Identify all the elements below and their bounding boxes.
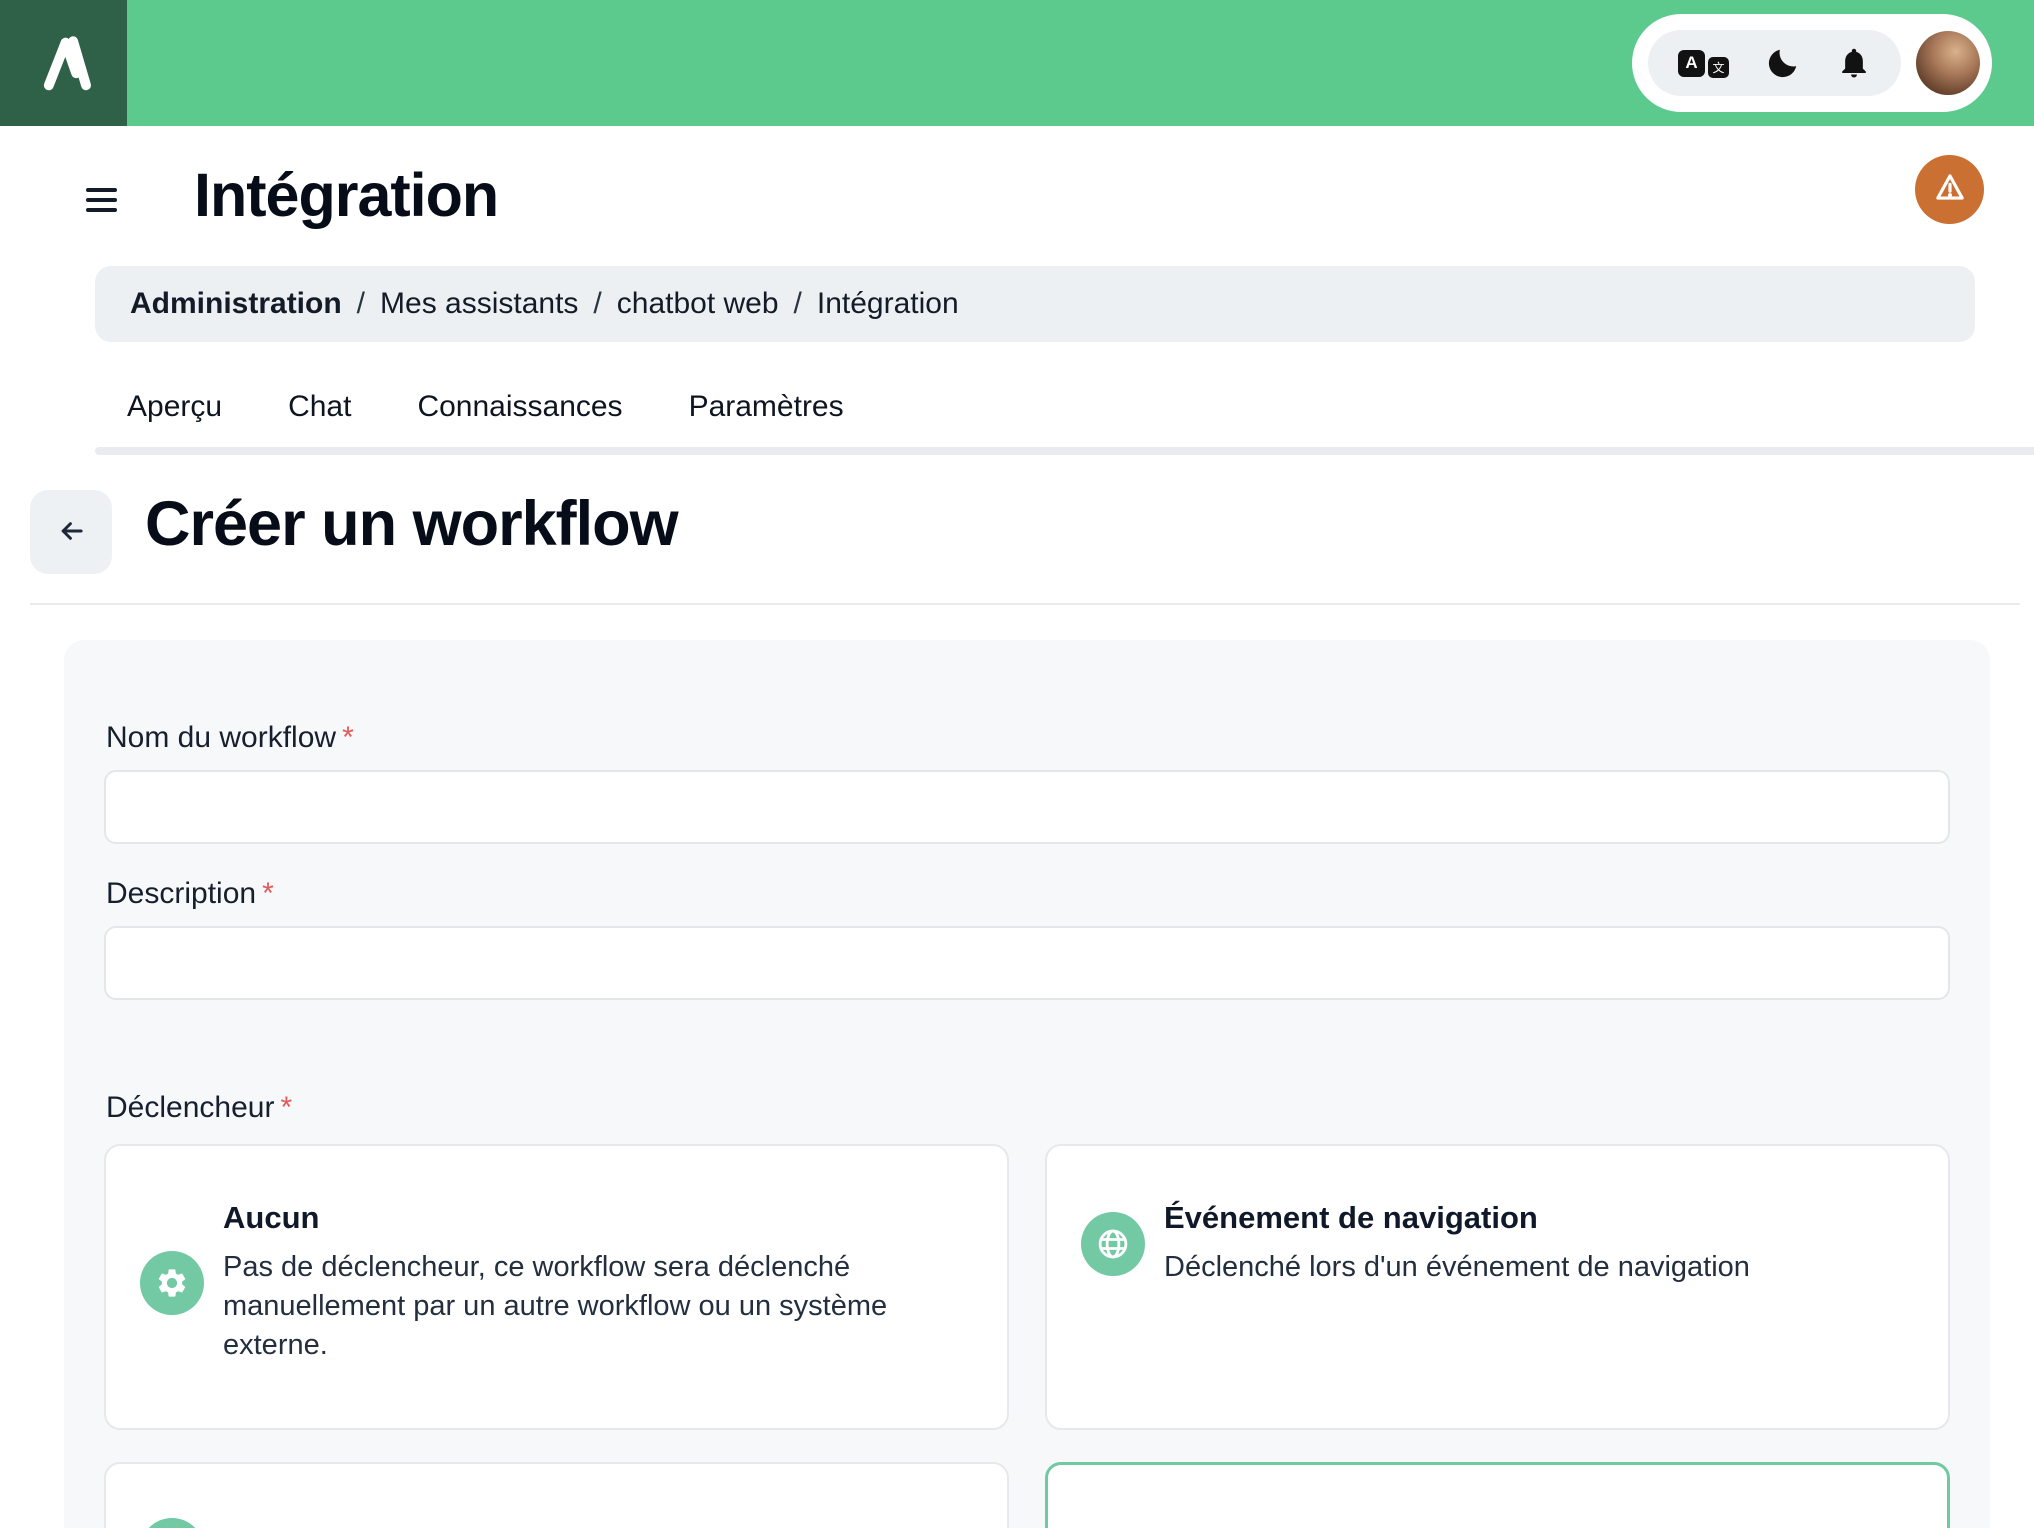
section-divider: [30, 603, 2020, 605]
tab-chat[interactable]: Chat: [288, 390, 351, 424]
description-field-label: Description *: [106, 877, 274, 910]
gear-icon: [140, 1250, 204, 1315]
hamburger-menu-icon[interactable]: [86, 188, 120, 212]
breadcrumb-item[interactable]: Intégration: [817, 287, 959, 321]
tab-parametres[interactable]: Paramètres: [689, 390, 844, 424]
workflow-description-input[interactable]: [104, 926, 1950, 1000]
page-title: Intégration: [194, 161, 499, 229]
warning-button[interactable]: [1915, 155, 1984, 224]
breadcrumb-item[interactable]: Mes assistants: [380, 287, 578, 321]
arrow-left-icon: [53, 513, 89, 552]
trigger-card-title: Aucun: [223, 1200, 320, 1235]
trigger-field-label: Déclencheur *: [106, 1091, 293, 1124]
workflow-form-card: Nom du workflow * Description * Déclencheu…: [64, 640, 1990, 1528]
trigger-options-grid: Aucun Pas de déclencheur, ce workflow ser…: [104, 1144, 1950, 1528]
workflow-name-input[interactable]: [104, 770, 1950, 844]
trigger-card-row: Événement d'action: [140, 1518, 977, 1528]
globe-icon: [1081, 1211, 1145, 1276]
header-actions-pill: A 文: [1632, 14, 1992, 112]
trigger-option-card[interactable]: Événement d'action: [104, 1462, 1009, 1528]
back-button[interactable]: [30, 490, 112, 574]
trigger-card-row: Aucun Pas de déclencheur, ce workflow ser…: [140, 1200, 977, 1365]
breadcrumb: Administration / Mes assistants / chatbot we…: [95, 266, 1975, 342]
moon-icon[interactable]: [1765, 45, 1801, 81]
trigger-card-title: Événement de navigation: [1164, 1200, 1538, 1235]
required-marker: *: [280, 1091, 293, 1124]
trigger-card-description: Déclenché lors d'un événement de navigat…: [1164, 1251, 1750, 1283]
app-logo[interactable]: [0, 0, 127, 126]
trigger-card-row: Outil de conversation: [1081, 1518, 1918, 1528]
required-marker: *: [262, 877, 274, 910]
translate-icon[interactable]: A 文: [1678, 49, 1729, 78]
tab-connaissances[interactable]: Connaissances: [417, 390, 622, 424]
breadcrumb-separator: /: [356, 287, 366, 320]
workflow-page-title: Créer un workflow: [145, 489, 679, 559]
breadcrumb-separator: /: [793, 287, 802, 320]
bell-icon[interactable]: [1837, 46, 1871, 80]
app-root: A 文 Intégration Administration / Mes ass…: [0, 0, 2034, 1528]
breadcrumb-separator: /: [593, 287, 602, 320]
trigger-card-texts: Événement de navigation Déclenché lors d'…: [1164, 1200, 1750, 1287]
tab-underline: [95, 447, 2034, 455]
required-marker: *: [342, 721, 354, 754]
tab-bar: Aperçu Chat Connaissances Paramètres: [127, 390, 844, 424]
tab-apercu[interactable]: Aperçu: [127, 390, 222, 424]
breadcrumb-item[interactable]: chatbot web: [617, 287, 779, 321]
trigger-card-row: Événement de navigation Déclenché lors d'…: [1081, 1200, 1918, 1287]
trigger-card-description: Pas de déclencheur, ce workflow sera déc…: [223, 1251, 888, 1361]
name-field-label: Nom du workflow *: [106, 721, 354, 754]
brand-mountain-icon: [26, 23, 102, 104]
warning-triangle-icon: [1931, 169, 1969, 210]
zap-icon: [140, 1518, 204, 1528]
header-icon-group: A 文: [1648, 30, 1901, 96]
trigger-card-texts: Aucun Pas de déclencheur, ce workflow ser…: [223, 1200, 923, 1365]
user-avatar[interactable]: [1916, 31, 1980, 95]
trigger-option-card[interactable]: Outil de conversation: [1045, 1462, 1950, 1528]
trigger-option-card[interactable]: Événement de navigation Déclenché lors d'…: [1045, 1144, 1950, 1430]
breadcrumb-item[interactable]: Administration: [130, 287, 342, 321]
trigger-option-card[interactable]: Aucun Pas de déclencheur, ce workflow ser…: [104, 1144, 1009, 1430]
app-header: A 文: [0, 0, 2034, 126]
